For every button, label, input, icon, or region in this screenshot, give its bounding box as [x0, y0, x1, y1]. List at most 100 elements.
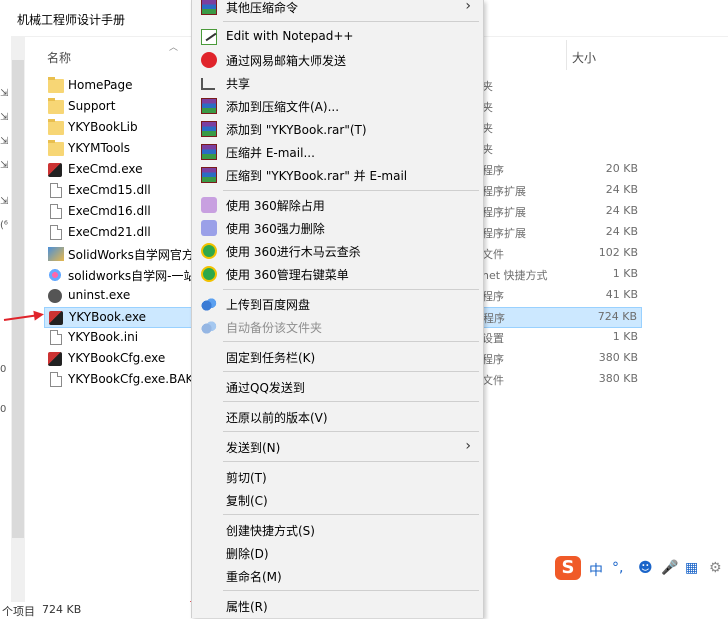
menu-item-label: 使用 360管理右键菜单 [226, 268, 349, 282]
menu-item-360-scan[interactable]: 使用 360进行木马云查杀 [192, 240, 483, 262]
menu-separator [223, 461, 479, 462]
menu-item-qq-send[interactable]: 通过QQ发送到 [192, 376, 483, 398]
menu-separator [223, 371, 479, 372]
menu-item-label: 通过QQ发送到 [226, 381, 305, 395]
menu-item-netease-mail[interactable]: 通过网易邮箱大师发送 [192, 49, 483, 71]
menu-separator [223, 289, 479, 290]
menu-item-cut[interactable]: 剪切(T) [192, 466, 483, 488]
column-header-size[interactable]: 大小 [572, 49, 596, 66]
file-type: 文件 [482, 248, 504, 261]
cfg-exe-icon [48, 352, 62, 366]
menu-item-compress-email[interactable]: 压缩并 E-mail... [192, 141, 483, 163]
menu-item-add-archive[interactable]: 添加到压缩文件(A)... [192, 95, 483, 117]
menu-item-compress-rar-email[interactable]: 压缩到 "YKYBook.rar" 并 E-mail [192, 164, 483, 186]
menu-item-label: 删除(D) [226, 547, 269, 561]
menu-item-label: 使用 360解除占用 [226, 199, 325, 213]
menu-item-add-rar[interactable]: 添加到 "YKYBook.rar"(T) [192, 118, 483, 140]
nav-label-fragment: 0 [0, 404, 7, 415]
menu-item-share[interactable]: 共享 [192, 72, 483, 94]
menu-item-auto-backup: 自动备份该文件夹 [192, 316, 483, 338]
file-type: 程序扩展 [482, 206, 526, 219]
menu-item-properties[interactable]: 属性(R) [192, 595, 483, 617]
menu-item-delete[interactable]: 删除(D) [192, 542, 483, 564]
menu-item-baidu-upload[interactable]: 上传到百度网盘 [192, 293, 483, 315]
file-size: 20 KB [605, 162, 638, 175]
file-icon [50, 372, 62, 387]
skin-settings-icon[interactable]: ⚙ [709, 560, 722, 576]
menu-item-label: 剪切(T) [226, 471, 267, 485]
dll-icon [50, 225, 62, 240]
menu-item-label: 压缩到 "YKYBook.rar" 并 E-mail [226, 169, 408, 183]
column-header-name[interactable]: 名称 [47, 49, 71, 66]
menu-item-create-shortcut[interactable]: 创建快捷方式(S) [192, 519, 483, 541]
menu-item-label: 添加到 "YKYBook.rar"(T) [226, 123, 367, 137]
menu-separator [223, 514, 479, 515]
menu-item-label: 固定到任务栏(K) [226, 351, 316, 365]
menu-item-more-compress[interactable]: 其他压缩命令 › [192, 0, 483, 18]
file-size: 380 KB [598, 372, 638, 385]
baidu-cloud-icon [201, 296, 217, 312]
address-path[interactable]: 机械工程师设计手册 [17, 11, 125, 28]
menu-separator [223, 431, 479, 432]
menu-separator [223, 190, 479, 191]
menu-item-send-to[interactable]: 发送到(N) › [192, 436, 483, 458]
menu-item-restore-versions[interactable]: 还原以前的版本(V) [192, 406, 483, 428]
menu-item-rename[interactable]: 重命名(M) [192, 565, 483, 587]
menu-item-label: 使用 360强力删除 [226, 222, 325, 236]
pin-icon: ⇲ [0, 136, 9, 147]
menu-item-label: 创建快捷方式(S) [226, 524, 315, 538]
sort-up-icon: ︿ [169, 43, 179, 53]
pin-icon: ⇲ [0, 160, 9, 171]
file-size: 41 KB [605, 288, 638, 301]
sogou-logo-icon[interactable]: S [555, 556, 581, 580]
menu-separator [223, 21, 479, 22]
menu-item-pin-taskbar[interactable]: 固定到任务栏(K) [192, 346, 483, 368]
winrar-icon [201, 98, 217, 114]
pin-icon: ⇲ [0, 196, 9, 207]
file-size: 102 KB [598, 246, 638, 259]
menu-item-label: 添加到压缩文件(A)... [226, 100, 340, 114]
exe-icon [48, 163, 62, 177]
notepadpp-icon [201, 29, 217, 45]
file-type: 设置 [482, 332, 504, 345]
menu-item-label: 自动备份该文件夹 [226, 321, 323, 335]
file-type: 程序 [482, 164, 504, 177]
file-type: 程序 [482, 290, 504, 303]
menu-item-360-delete[interactable]: 使用 360强力删除 [192, 217, 483, 239]
menu-item-label: 属性(R) [226, 600, 268, 614]
menu-item-label: 使用 360进行木马云查杀 [226, 245, 361, 259]
file-type: 程序扩展 [482, 185, 526, 198]
winrar-icon [201, 167, 217, 183]
menu-item-label: 发送到(N) [226, 441, 281, 455]
image-icon [48, 247, 64, 261]
menu-item-360-menu[interactable]: 使用 360管理右键菜单 [192, 263, 483, 285]
status-selected-size: 724 KB [42, 603, 82, 616]
emoji-icon[interactable]: ☻ [638, 560, 653, 576]
menu-item-label: Edit with Notepad++ [226, 29, 354, 43]
keyboard-icon[interactable]: ▦ [685, 560, 698, 576]
file-type: 程序扩展 [482, 227, 526, 240]
netease-mail-icon [201, 52, 217, 68]
file-type: 文件 [482, 374, 504, 387]
file-size: 24 KB [605, 204, 638, 217]
file-name: YKYBookCfg.exe [68, 351, 166, 365]
file-name: HomePage [68, 78, 133, 92]
file-name: YKYMTools [68, 141, 131, 155]
menu-item-notepadpp[interactable]: Edit with Notepad++ [192, 26, 483, 48]
menu-item-label: 通过网易邮箱大师发送 [226, 54, 347, 68]
ini-icon [50, 330, 62, 345]
nav-scrollbar-thumb[interactable] [12, 60, 24, 538]
file-name: ExeCmd.exe [68, 162, 143, 176]
ime-lang-toggle[interactable]: 中 [589, 560, 603, 580]
winrar-icon [201, 144, 217, 160]
menu-item-copy[interactable]: 复制(C) [192, 489, 483, 511]
microphone-icon[interactable]: 🎤 [661, 560, 678, 576]
menu-item-label: 压缩并 E-mail... [226, 146, 315, 160]
punctuation-icon[interactable]: °, [612, 560, 623, 576]
menu-item-360-unlock[interactable]: 使用 360解除占用 [192, 194, 483, 216]
annotation-arrow-head [33, 309, 45, 321]
column-divider[interactable] [566, 40, 567, 70]
file-size: 1 KB [612, 267, 638, 280]
share-icon [201, 78, 215, 90]
menu-item-label: 其他压缩命令 [226, 1, 299, 15]
